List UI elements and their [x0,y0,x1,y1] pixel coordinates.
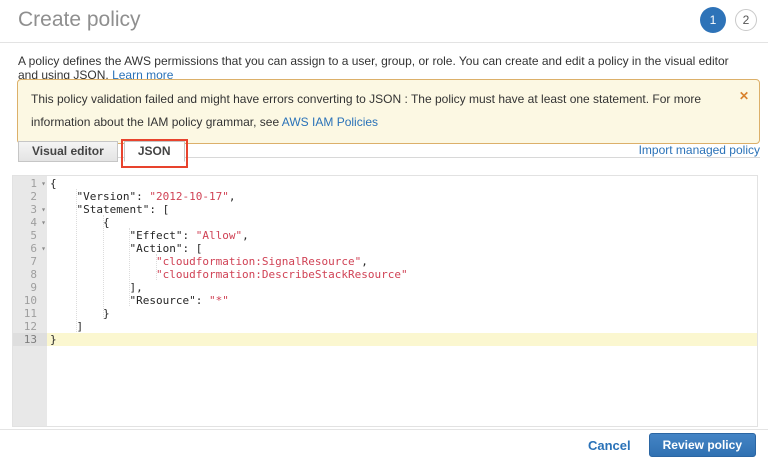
code-token-plain: , [229,190,236,203]
import-managed-policy-link[interactable]: Import managed policy [639,143,760,157]
gutter-line-number[interactable]: 4▾ [13,216,47,229]
page-title: Create policy [18,8,141,32]
footer-actions: Cancel Review policy [588,429,756,461]
code-token-plain: "Action": [ [50,242,202,255]
code-line-7[interactable]: "cloudformation:SignalResource", [47,255,757,268]
cancel-button[interactable]: Cancel [588,438,631,453]
gutter-line-number: 10 [13,294,47,307]
code-line-13[interactable]: } [47,333,757,346]
gutter-line-number: 12 [13,320,47,333]
code-line-10[interactable]: "Resource": "*" [47,294,757,307]
gutter-line-number[interactable]: 6▾ [13,242,47,255]
code-token-plain: "Version": [50,190,149,203]
tab-visual-editor[interactable]: Visual editor [18,141,118,162]
validation-alert: This policy validation failed and might … [17,79,760,144]
gutter-line-number: 11 [13,307,47,320]
indent-guide [103,215,104,319]
alert-iam-policies-link[interactable]: AWS IAM Policies [282,115,378,129]
code-line-2[interactable]: "Version": "2012-10-17", [47,190,757,203]
code-token-plain: , [361,255,368,268]
code-token-string: "cloudformation:DescribeStackResource" [156,268,408,281]
code-token-plain: { [50,177,57,190]
gutter-line-number[interactable]: 1▾ [13,177,47,190]
fold-caret-icon[interactable]: ▾ [41,243,46,254]
code-line-1[interactable]: { [47,177,757,190]
code-token-plain: ] [50,320,83,333]
code-lines[interactable]: { "Version": "2012-10-17", "Statement": … [47,176,757,426]
header-divider [0,42,768,43]
code-line-3[interactable]: "Statement": [ [47,203,757,216]
editor-gutter: 1▾23▾4▾56▾78910111213 [13,176,47,426]
code-line-5[interactable]: "Effect": "Allow", [47,229,757,242]
intro-text: A policy defines the AWS permissions tha… [18,54,750,82]
step-indicator: 1 2 [700,7,757,33]
code-line-12[interactable]: ] [47,320,757,333]
editor-tabs: Visual editor JSON [18,141,191,162]
code-token-string: "2012-10-17" [149,190,228,203]
code-token-string: "cloudformation:SignalResource" [156,255,361,268]
fold-caret-icon[interactable]: ▾ [41,204,46,215]
tab-json[interactable]: JSON [124,141,185,162]
gutter-line-number: 8 [13,268,47,281]
gutter-line-number: 9 [13,281,47,294]
step-badge-1: 1 [700,7,726,33]
code-token-plain: , [242,229,249,242]
step-badge-2: 2 [735,9,757,31]
code-line-6[interactable]: "Action": [ [47,242,757,255]
indent-guide [76,189,77,332]
review-policy-button[interactable]: Review policy [649,433,756,457]
gutter-line-number: 5 [13,229,47,242]
code-token-plain: } [50,333,57,346]
code-token-string: "*" [209,294,229,307]
gutter-line-number: 7 [13,255,47,268]
code-token-plain: "Statement": [ [50,203,169,216]
code-line-11[interactable]: } [47,307,757,320]
code-token-plain: "Effect": [50,229,196,242]
code-token-plain: { [50,216,110,229]
code-token-plain: } [50,307,110,320]
tab-json-label: JSON [138,144,171,158]
code-line-8[interactable]: "cloudformation:DescribeStackResource" [47,268,757,281]
gutter-line-number: 13 [13,333,47,346]
gutter-line-number: 2 [13,190,47,203]
gutter-line-number[interactable]: 3▾ [13,203,47,216]
code-line-4[interactable]: { [47,216,757,229]
close-icon[interactable]: ✕ [739,85,749,108]
fold-caret-icon[interactable]: ▾ [41,217,46,228]
indent-guide [129,228,130,306]
fold-caret-icon[interactable]: ▾ [41,178,46,189]
code-token-string: "Allow" [196,229,242,242]
json-code-editor[interactable]: 1▾23▾4▾56▾78910111213 { "Version": "2012… [12,175,758,427]
indent-guide [156,254,157,280]
code-line-9[interactable]: ], [47,281,757,294]
